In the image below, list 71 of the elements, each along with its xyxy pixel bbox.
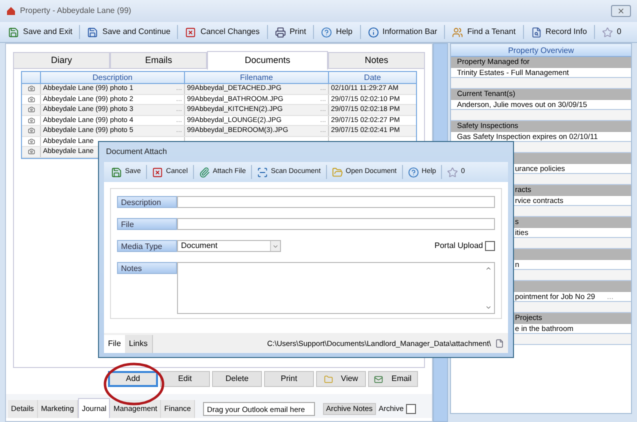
star-icon	[602, 26, 613, 38]
scroll-up-icon	[485, 265, 492, 272]
house-icon	[6, 6, 16, 16]
folder-icon	[332, 166, 343, 178]
action-button[interactable]: View	[316, 371, 366, 387]
document-search-icon	[530, 26, 542, 38]
star-icon	[447, 166, 458, 178]
portal-upload-checkbox[interactable]	[485, 241, 495, 251]
tab[interactable]: Documents	[207, 51, 328, 70]
tab[interactable]: Diary	[13, 52, 110, 69]
tab[interactable]: File	[104, 335, 125, 353]
tab[interactable]: Emails	[110, 52, 208, 69]
toolbar-button[interactable]: Record Info	[526, 23, 591, 41]
help-icon	[408, 166, 419, 178]
toolbar-button[interactable]: Information Bar	[364, 23, 442, 41]
action-button[interactable]: Edit	[160, 371, 210, 387]
action-button[interactable]: Print	[264, 371, 314, 387]
toolbar-button[interactable]: Help	[317, 23, 356, 41]
toolbar-button[interactable]: Cancel Changes	[181, 23, 264, 41]
folder-icon	[324, 374, 333, 384]
description-field[interactable]	[177, 196, 495, 208]
help-icon	[321, 26, 332, 38]
action-button[interactable]: Delete	[212, 371, 262, 387]
file-field[interactable]	[177, 218, 495, 230]
camera-icon	[28, 138, 34, 145]
toolbar-button[interactable]: Save and Continue	[83, 23, 174, 41]
save-icon	[8, 26, 19, 38]
camera-icon	[28, 148, 34, 156]
highlight-circle	[103, 361, 165, 407]
dropdown-icon	[272, 242, 279, 250]
paperclip-icon	[198, 166, 210, 178]
close-button[interactable]	[611, 5, 631, 17]
cancel-icon	[152, 166, 163, 178]
scanner-icon	[256, 166, 268, 178]
camera-icon	[28, 85, 34, 92]
toolbar-button[interactable]: 0	[598, 23, 626, 41]
scroll-down-icon	[485, 304, 492, 311]
people-icon	[452, 26, 464, 38]
camera-icon	[28, 96, 34, 103]
toolbar-button[interactable]: Save and Exit	[4, 23, 76, 41]
camera-icon	[28, 106, 34, 114]
panel-header: Property Overview	[451, 44, 631, 57]
cancel-icon	[185, 26, 196, 38]
camera-icon	[28, 127, 34, 134]
document-icon	[495, 339, 504, 348]
field-label: File	[117, 218, 177, 230]
camera-icon	[28, 116, 34, 124]
toolbar-button[interactable]: Find a Tenant	[448, 23, 520, 41]
window-title: Property - Abbeydale Lane (99)	[20, 5, 132, 17]
archive-checkbox[interactable]	[406, 404, 416, 414]
info-icon	[368, 26, 378, 38]
mail-icon	[374, 374, 384, 384]
tab[interactable]: Links	[124, 335, 153, 353]
tab[interactable]: Notes	[328, 52, 426, 69]
save-icon	[111, 166, 122, 178]
field-label: Description	[117, 196, 177, 208]
field-label: Notes	[117, 262, 177, 274]
notes-field[interactable]	[177, 262, 495, 314]
dialog-title: Document Attach	[105, 146, 168, 158]
column-header: Filename	[185, 72, 329, 83]
action-button[interactable]: Email	[368, 371, 418, 387]
close-icon	[617, 7, 625, 15]
checkbox-label: Portal Upload	[434, 240, 483, 252]
field-label: Media Type	[117, 240, 177, 252]
column-header: Description	[41, 72, 185, 83]
column-header: Date	[363, 72, 382, 83]
printer-icon	[274, 26, 286, 38]
save-icon	[87, 26, 98, 38]
media-type-select[interactable]: Document	[177, 240, 281, 252]
action-button[interactable]: Add	[108, 371, 158, 387]
toolbar-button[interactable]: Print	[270, 23, 310, 41]
